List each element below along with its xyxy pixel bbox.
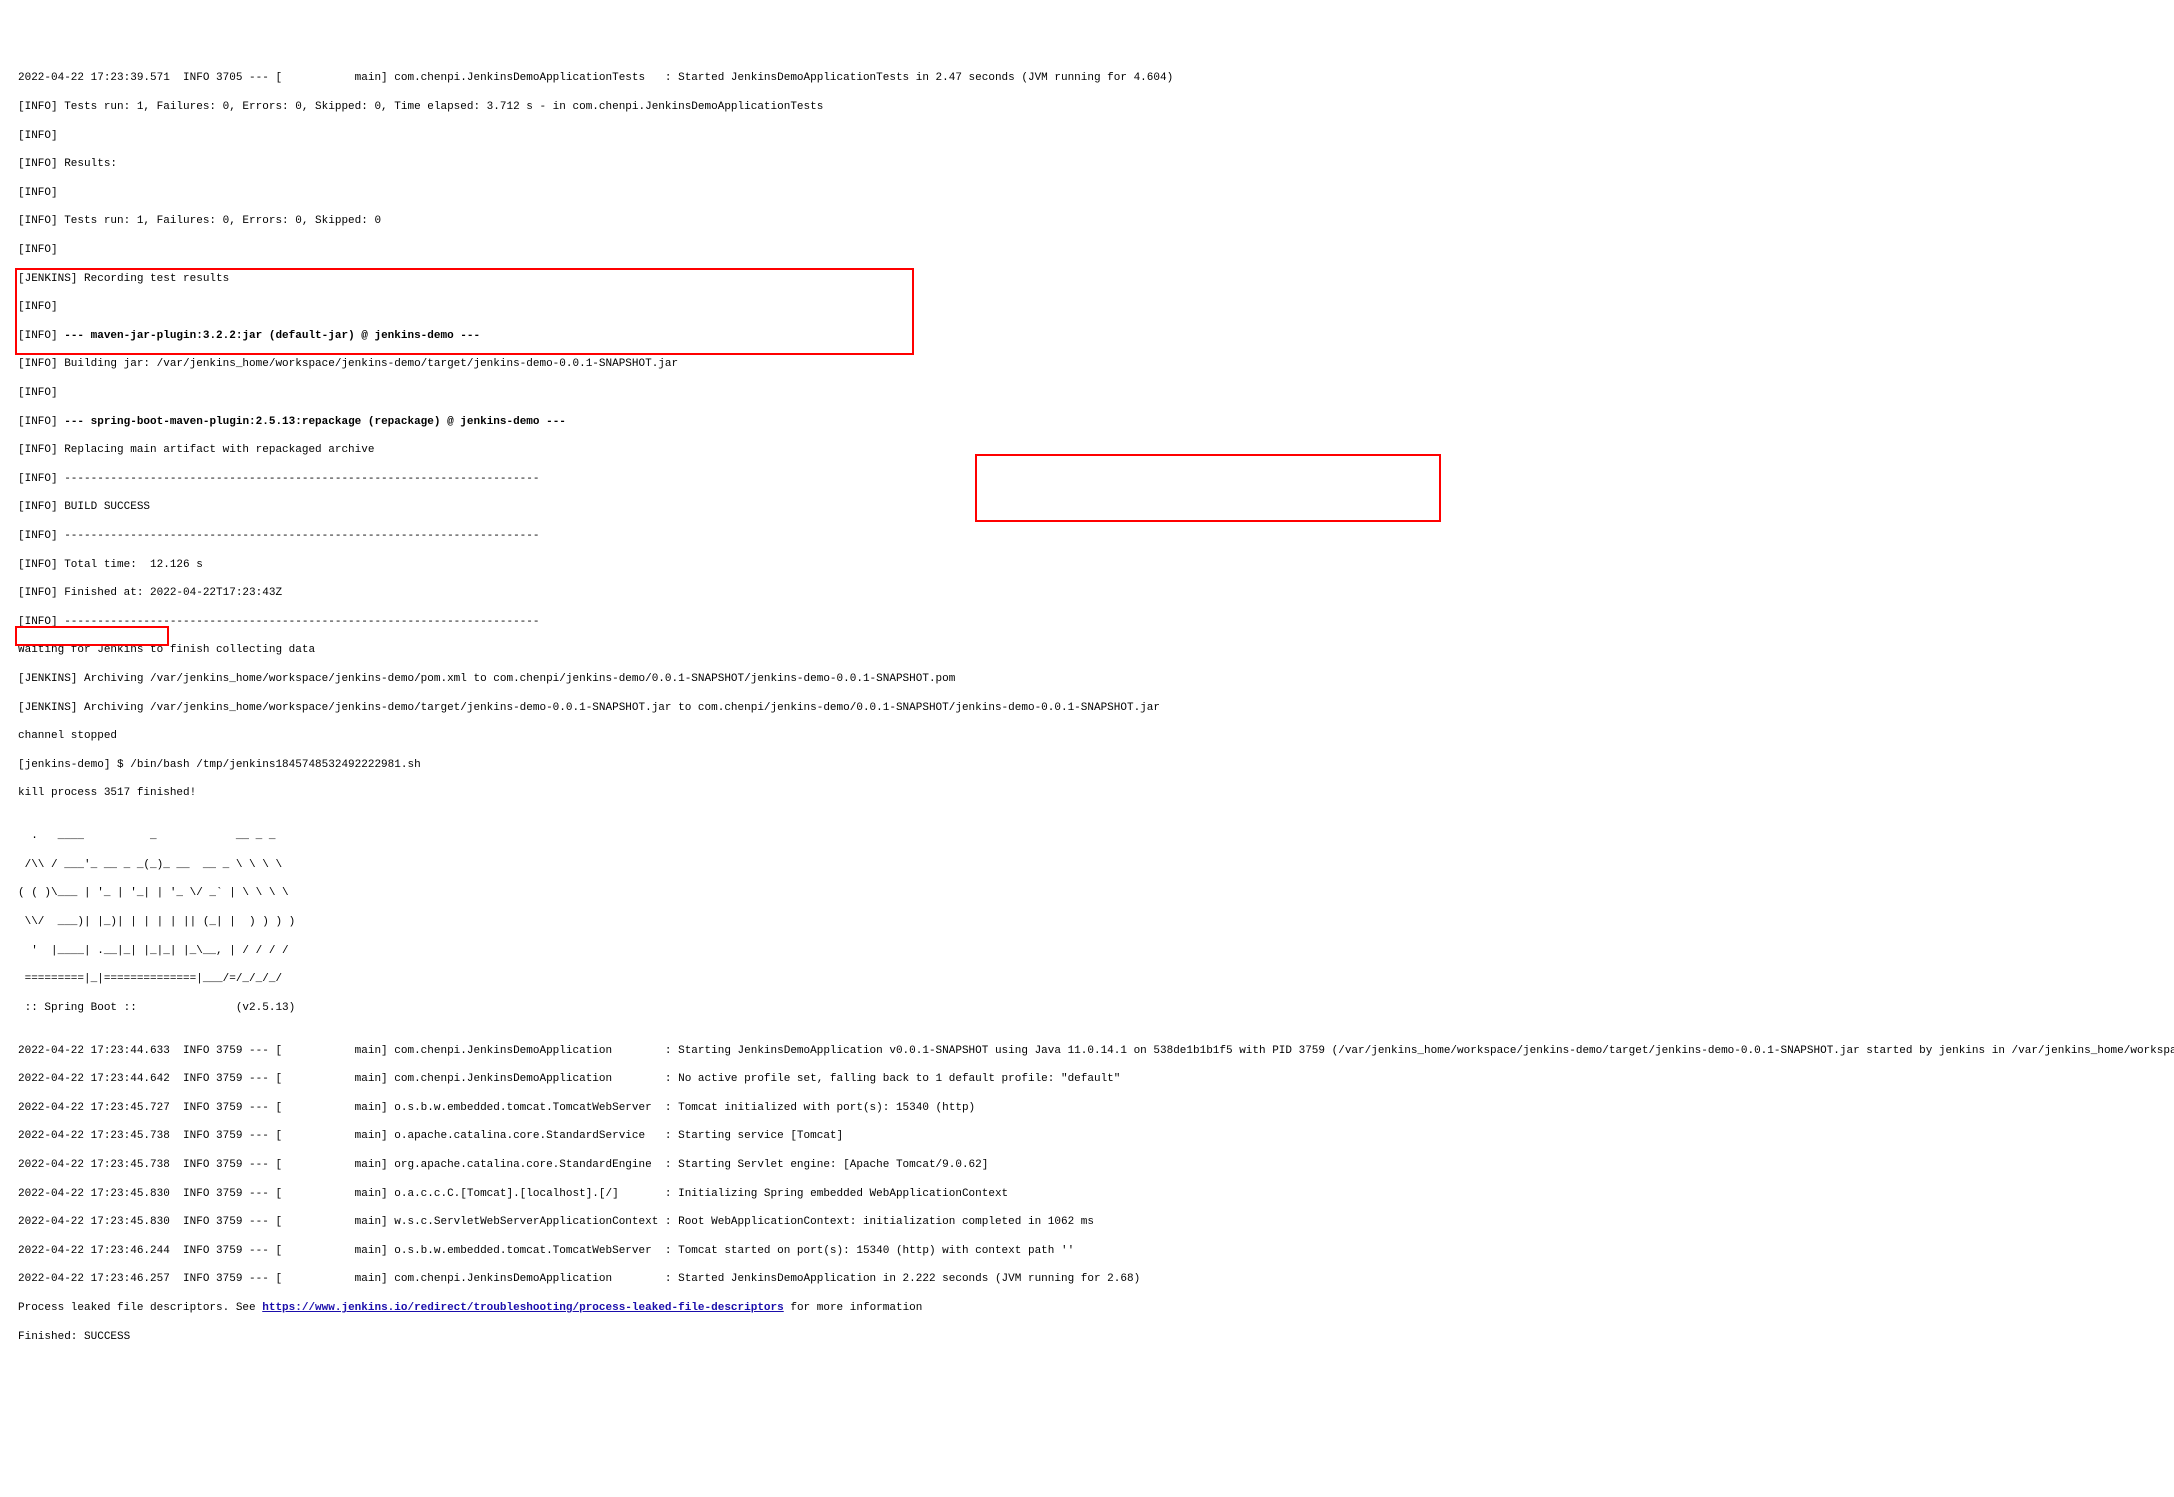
log-prefix: [INFO] bbox=[18, 330, 64, 342]
log-line: [jenkins-demo] $ /bin/bash /tmp/jenkins1… bbox=[18, 758, 2156, 772]
log-line: [INFO] bbox=[18, 186, 2156, 200]
log-line: [INFO] Building jar: /var/jenkins_home/w… bbox=[18, 357, 2156, 371]
log-line: 2022-04-22 17:23:45.738 INFO 3759 --- [ … bbox=[18, 1129, 2156, 1143]
leaked-fd-prefix: Process leaked file descriptors. See bbox=[18, 1302, 262, 1314]
log-prefix: [INFO] bbox=[18, 416, 64, 428]
log-line: [INFO] Total time: 12.126 s bbox=[18, 558, 2156, 572]
console-output: 2022-04-22 17:23:39.571 INFO 3705 --- [ … bbox=[0, 57, 2174, 1368]
log-line: 2022-04-22 17:23:46.257 INFO 3759 --- [ … bbox=[18, 1272, 2156, 1286]
log-line: [JENKINS] Archiving /var/jenkins_home/wo… bbox=[18, 701, 2156, 715]
troubleshoot-link[interactable]: https://www.jenkins.io/redirect/troubles… bbox=[262, 1302, 784, 1314]
log-line-build-success: [INFO] BUILD SUCCESS bbox=[18, 500, 2156, 514]
log-line: 2022-04-22 17:23:44.642 INFO 3759 --- [ … bbox=[18, 1072, 2156, 1086]
log-line: [INFO] Results: bbox=[18, 157, 2156, 171]
log-line: kill process 3517 finished! bbox=[18, 786, 2156, 800]
log-line: channel stopped bbox=[18, 729, 2156, 743]
log-line: [INFO] ---------------------------------… bbox=[18, 529, 2156, 543]
log-line: [JENKINS] Recording test results bbox=[18, 272, 2156, 286]
log-line: [INFO] --- spring-boot-maven-plugin:2.5.… bbox=[18, 415, 2156, 429]
spring-banner-line: . ____ _ __ _ _ bbox=[18, 829, 2156, 843]
log-line: [INFO] Tests run: 1, Failures: 0, Errors… bbox=[18, 214, 2156, 228]
log-line: [INFO] bbox=[18, 129, 2156, 143]
leaked-fd-suffix: for more information bbox=[784, 1302, 923, 1314]
log-line: [INFO] Finished at: 2022-04-22T17:23:43Z bbox=[18, 586, 2156, 600]
spring-banner-line: :: Spring Boot :: (v2.5.13) bbox=[18, 1001, 2156, 1015]
maven-plugin-header: --- maven-jar-plugin:3.2.2:jar (default-… bbox=[64, 330, 480, 342]
spring-banner-line: =========|_|==============|___/=/_/_/_/ bbox=[18, 972, 2156, 986]
log-line: 2022-04-22 17:23:45.727 INFO 3759 --- [ … bbox=[18, 1101, 2156, 1115]
log-line: [INFO] --- maven-jar-plugin:3.2.2:jar (d… bbox=[18, 329, 2156, 343]
log-line: 2022-04-22 17:23:45.830 INFO 3759 --- [ … bbox=[18, 1215, 2156, 1229]
log-line: [INFO] bbox=[18, 300, 2156, 314]
log-line: [JENKINS] Archiving /var/jenkins_home/wo… bbox=[18, 672, 2156, 686]
log-line: [INFO] bbox=[18, 243, 2156, 257]
log-line: [INFO] ---------------------------------… bbox=[18, 615, 2156, 629]
spring-banner-line: ' |____| .__|_| |_|_| |_\__, | / / / / bbox=[18, 944, 2156, 958]
spring-banner-line: \\/ ___)| |_)| | | | | || (_| | ) ) ) ) bbox=[18, 915, 2156, 929]
log-line: Waiting for Jenkins to finish collecting… bbox=[18, 643, 2156, 657]
log-line: [INFO] Tests run: 1, Failures: 0, Errors… bbox=[18, 100, 2156, 114]
maven-plugin-header: --- spring-boot-maven-plugin:2.5.13:repa… bbox=[64, 416, 566, 428]
log-line: 2022-04-22 17:23:45.830 INFO 3759 --- [ … bbox=[18, 1187, 2156, 1201]
log-line: [INFO] Replacing main artifact with repa… bbox=[18, 443, 2156, 457]
finished-success-line: Finished: SUCCESS bbox=[18, 1330, 2156, 1344]
log-line: 2022-04-22 17:23:46.244 INFO 3759 --- [ … bbox=[18, 1244, 2156, 1258]
log-line: [INFO] bbox=[18, 386, 2156, 400]
log-line: 2022-04-22 17:23:45.738 INFO 3759 --- [ … bbox=[18, 1158, 2156, 1172]
log-line: 2022-04-22 17:23:39.571 INFO 3705 --- [ … bbox=[18, 71, 2156, 85]
log-line: 2022-04-22 17:23:44.633 INFO 3759 --- [ … bbox=[18, 1044, 2156, 1058]
spring-banner-line: ( ( )\___ | '_ | '_| | '_ \/ _` | \ \ \ … bbox=[18, 886, 2156, 900]
log-line: [INFO] ---------------------------------… bbox=[18, 472, 2156, 486]
spring-banner-line: /\\ / ___'_ __ _ _(_)_ __ __ _ \ \ \ \ bbox=[18, 858, 2156, 872]
log-line-leaked-fd: Process leaked file descriptors. See htt… bbox=[18, 1301, 2156, 1315]
